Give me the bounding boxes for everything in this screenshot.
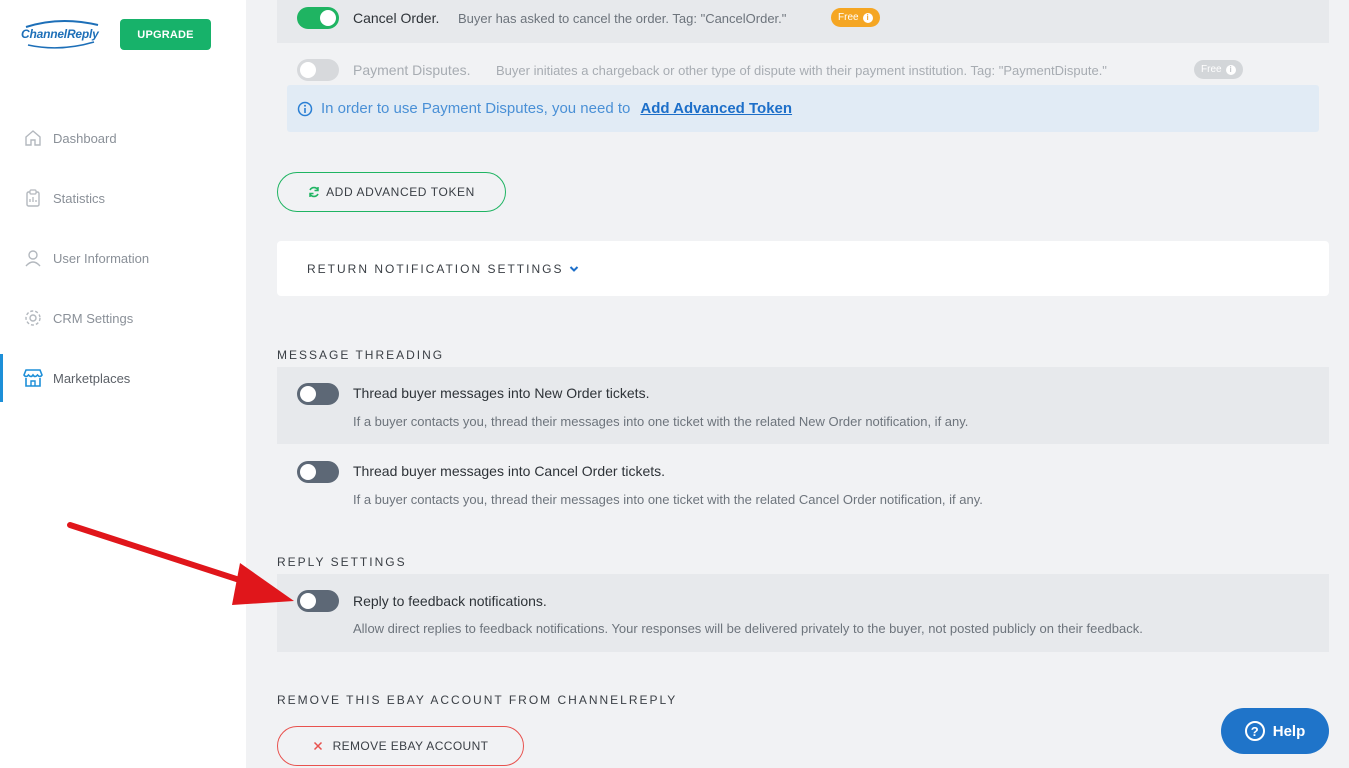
thread-new-order-description: If a buyer contacts you, thread their me… <box>353 414 969 429</box>
info-icon: i <box>862 12 873 23</box>
payment-disputes-toggle[interactable] <box>297 59 339 81</box>
home-icon <box>22 127 44 149</box>
cancel-order-toggle[interactable] <box>297 7 339 29</box>
user-icon <box>22 247 44 269</box>
payment-disputes-description: Buyer initiates a chargeback or other ty… <box>496 63 1107 78</box>
free-badge[interactable]: Free i <box>831 8 880 27</box>
help-button[interactable]: ? Help <box>1221 708 1329 754</box>
sidebar-item-dashboard[interactable]: Dashboard <box>0 118 246 158</box>
remove-ebay-account-button[interactable]: REMOVE EBAY ACCOUNT <box>277 726 524 766</box>
thread-cancel-order-toggle[interactable] <box>297 461 339 483</box>
return-notification-settings-card[interactable]: RETURN NOTIFICATION SETTINGS <box>277 241 1329 296</box>
reply-feedback-description: Allow direct replies to feedback notific… <box>353 621 1143 636</box>
refresh-icon <box>308 186 320 198</box>
thread-new-order-title: Thread buyer messages into New Order tic… <box>353 385 650 401</box>
channelreply-logo[interactable]: ChannelReply <box>20 18 104 50</box>
free-badge[interactable]: Free i <box>1194 60 1243 79</box>
red-arrow-annotation <box>67 522 294 605</box>
sidebar-item-crm-settings[interactable]: CRM Settings <box>0 298 246 338</box>
sidebar-item-label: Statistics <box>53 190 106 206</box>
thread-cancel-order-row: Thread buyer messages into Cancel Order … <box>277 446 1329 523</box>
sidebar-item-label: CRM Settings <box>53 310 134 326</box>
reply-feedback-title: Reply to feedback notifications. <box>353 593 547 609</box>
payment-disputes-row: Payment Disputes. Buyer initiates a char… <box>277 52 1329 88</box>
chevron-down-icon <box>569 265 579 273</box>
sidebar-item-label: User Information <box>53 250 150 266</box>
gear-icon <box>22 307 44 329</box>
info-text: In order to use Payment Disputes, you ne… <box>321 100 631 117</box>
return-notification-settings-label: RETURN NOTIFICATION SETTINGS <box>307 261 564 276</box>
info-circle-icon <box>297 101 313 117</box>
sidebar: ChannelReply UPGRADE Dashboard Statistic… <box>0 0 246 768</box>
logo-text: ChannelReply <box>21 27 99 41</box>
sidebar-item-label: Dashboard <box>53 130 117 146</box>
thread-cancel-order-title: Thread buyer messages into Cancel Order … <box>353 463 666 479</box>
cancel-order-description: Buyer has asked to cancel the order. Tag… <box>458 11 787 26</box>
add-advanced-token-link[interactable]: Add Advanced Token <box>640 100 792 117</box>
sidebar-item-statistics[interactable]: Statistics <box>0 178 246 218</box>
thread-cancel-order-description: If a buyer contacts you, thread their me… <box>353 492 983 507</box>
thread-new-order-toggle[interactable] <box>297 383 339 405</box>
info-icon: i <box>1225 64 1236 75</box>
thread-new-order-row: Thread buyer messages into New Order tic… <box>277 367 1329 444</box>
add-advanced-token-button[interactable]: ADD ADVANCED TOKEN <box>277 172 506 212</box>
reply-feedback-row: Reply to feedback notifications. Allow d… <box>277 574 1329 652</box>
reply-feedback-toggle[interactable] <box>297 590 339 612</box>
remove-account-heading: REMOVE THIS EBAY ACCOUNT FROM CHANNELREP… <box>277 693 678 707</box>
upgrade-button[interactable]: UPGRADE <box>120 19 211 50</box>
close-icon <box>313 741 323 751</box>
payment-disputes-title: Payment Disputes. <box>353 62 471 78</box>
sidebar-item-label: Marketplaces <box>53 370 131 386</box>
store-icon <box>22 367 44 389</box>
sidebar-item-user-information[interactable]: User Information <box>0 238 246 278</box>
message-threading-heading: MESSAGE THREADING <box>277 348 445 362</box>
cancel-order-row: Cancel Order. Buyer has asked to cancel … <box>277 0 1329 43</box>
cancel-order-title: Cancel Order. <box>353 10 440 26</box>
info-alert: In order to use Payment Disputes, you ne… <box>287 85 1319 132</box>
clipboard-icon <box>22 187 44 209</box>
question-icon: ? <box>1244 721 1265 741</box>
sidebar-item-marketplaces[interactable]: Marketplaces <box>0 354 246 402</box>
